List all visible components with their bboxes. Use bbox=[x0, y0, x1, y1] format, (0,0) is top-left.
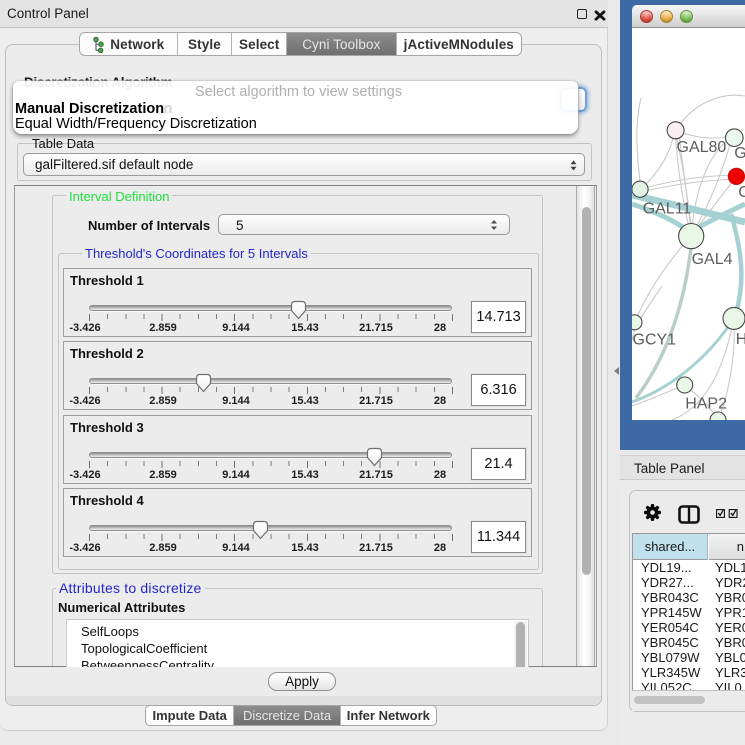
svg-text:HAP2: HAP2 bbox=[685, 396, 727, 413]
svg-text:GAL4: GAL4 bbox=[692, 251, 733, 268]
svg-text:GCY1: GCY1 bbox=[633, 332, 677, 349]
svg-text:GAL80: GAL80 bbox=[677, 139, 727, 156]
svg-text:GA: GA bbox=[734, 145, 745, 162]
svg-text:C: C bbox=[738, 184, 745, 201]
svg-text:H: H bbox=[736, 331, 745, 348]
svg-text:GAL11: GAL11 bbox=[643, 201, 692, 218]
